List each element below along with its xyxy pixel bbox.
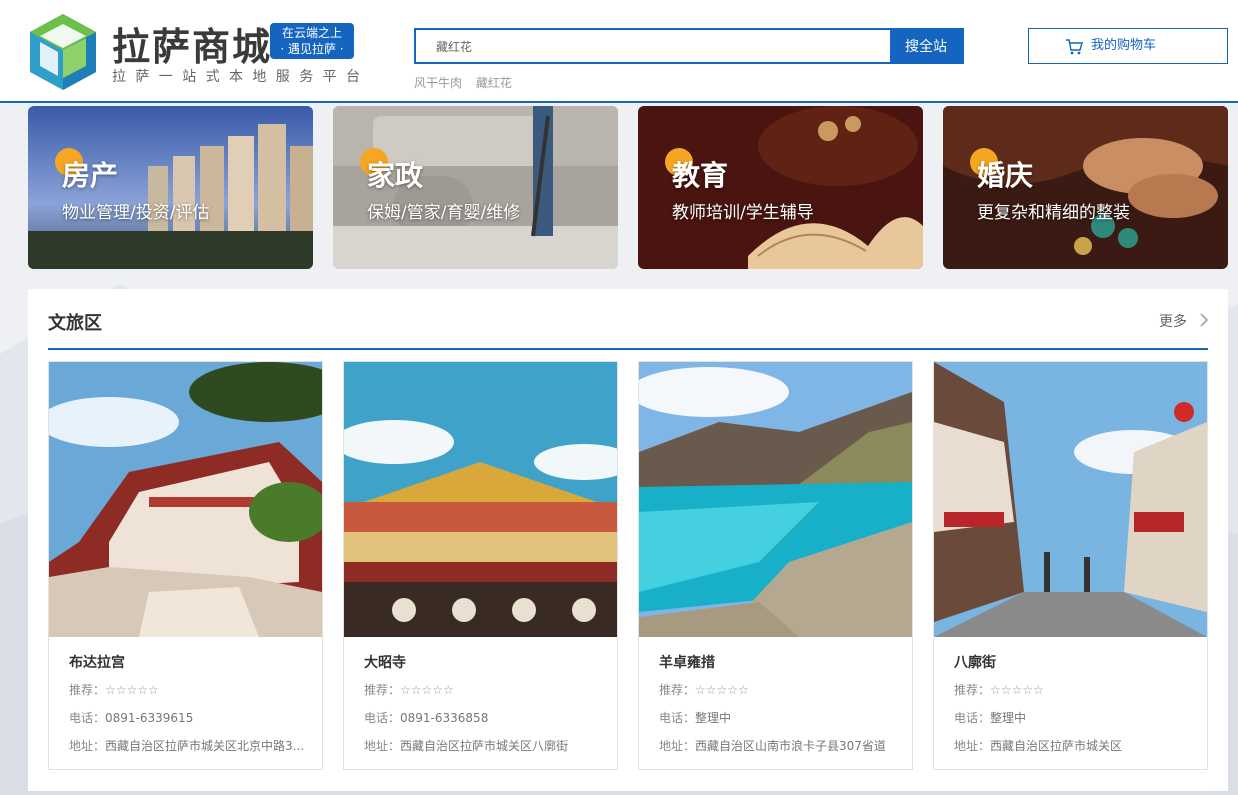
address-row: 地址：西藏自治区拉萨市城关区八廓街 <box>364 737 604 754</box>
banner-housekeeping[interactable]: 家政 保姆/管家/育婴/维修 <box>333 106 618 269</box>
address-value: 西藏自治区拉萨市城关区 <box>990 739 1123 753</box>
logo-badge-line1: 在云端之上 <box>281 26 342 40</box>
attraction-name[interactable]: 大昭寺 <box>364 652 406 672</box>
phone-label: 电话： <box>69 711 106 725</box>
attraction-name[interactable]: 布达拉宫 <box>69 652 125 672</box>
search-input[interactable] <box>416 30 892 62</box>
hot-word-link[interactable]: 藏红花 <box>476 76 512 90</box>
attraction-card[interactable]: 大昭寺 推荐：☆☆☆☆☆ 电话：0891-6336858 地址：西藏自治区拉萨市… <box>343 361 618 770</box>
shopping-cart-icon <box>1066 39 1083 55</box>
phone-value: 整理中 <box>695 711 732 725</box>
logo-slogan: 拉萨一站式本地服务平台 <box>112 69 370 85</box>
attraction-photo <box>344 362 617 637</box>
phone-row: 电话：整理中 <box>954 709 1194 726</box>
banner-title: 婚庆 <box>977 159 1034 192</box>
search-box: 搜全站 <box>414 28 964 64</box>
address-label: 地址： <box>69 739 106 753</box>
search-button[interactable]: 搜全站 <box>890 28 962 64</box>
recommend-row: 推荐：☆☆☆☆☆ <box>364 681 604 698</box>
logo-badge-line2: · 遇见拉萨 · <box>280 42 344 56</box>
recommend-label: 推荐： <box>659 683 696 697</box>
phone-label: 电话： <box>659 711 696 725</box>
address-label: 地址： <box>364 739 401 753</box>
recommend-label: 推荐： <box>954 683 991 697</box>
attraction-card[interactable]: 八廓街 推荐：☆☆☆☆☆ 电话：整理中 地址：西藏自治区拉萨市城关区 <box>933 361 1208 770</box>
address-value: 西藏自治区拉萨市城关区八廓街 <box>400 739 569 753</box>
banner-title: 房产 <box>62 159 119 192</box>
banner-title: 教育 <box>672 159 729 192</box>
rating-stars: ☆☆☆☆☆ <box>990 683 1044 697</box>
recommend-row: 推荐：☆☆☆☆☆ <box>659 681 899 698</box>
logo-title[interactable]: 拉萨商城 <box>112 16 272 71</box>
rating-stars: ☆☆☆☆☆ <box>695 683 749 697</box>
phone-row: 电话：整理中 <box>659 709 899 726</box>
attraction-name[interactable]: 羊卓雍措 <box>659 652 715 672</box>
banner-real-estate[interactable]: 房产 物业管理/投资/评估 <box>28 106 313 269</box>
rating-stars: ☆☆☆☆☆ <box>400 683 454 697</box>
phone-value: 0891-6339615 <box>105 711 194 725</box>
hot-word-link[interactable]: 风干牛肉 <box>414 76 462 90</box>
hot-search-words: 风干牛肉 藏红花 <box>414 74 522 91</box>
more-link[interactable]: 更多 <box>1159 311 1187 331</box>
recommend-label: 推荐： <box>364 683 401 697</box>
banner-subtitle: 更复杂和精细的整装 <box>977 203 1130 223</box>
phone-row: 电话：0891-6336858 <box>364 709 604 726</box>
recommend-label: 推荐： <box>69 683 106 697</box>
logo-cube-icon[interactable] <box>28 12 98 92</box>
attraction-card[interactable]: 布达拉宫 推荐：☆☆☆☆☆ 电话：0891-6339615 地址：西藏自治区拉萨… <box>48 361 323 770</box>
recommend-row: 推荐：☆☆☆☆☆ <box>69 681 309 698</box>
address-row: 地址：西藏自治区拉萨市城关区北京中路3... <box>69 737 309 754</box>
address-row: 地址：西藏自治区拉萨市城关区 <box>954 737 1194 754</box>
cart-button[interactable]: 我的购物车 <box>1028 28 1228 64</box>
phone-label: 电话： <box>954 711 991 725</box>
banner-education[interactable]: 教育 教师培训/学生辅导 <box>638 106 923 269</box>
banner-subtitle: 物业管理/投资/评估 <box>62 203 210 223</box>
cart-label: 我的购物车 <box>1091 38 1157 53</box>
rating-stars: ☆☆☆☆☆ <box>105 683 159 697</box>
site-header: 拉萨商城 在云端之上 · 遇见拉萨 · 拉萨一站式本地服务平台 搜全站 风干牛肉… <box>0 0 1238 103</box>
address-row: 地址：西藏自治区山南市浪卡子县307省道 <box>659 737 899 754</box>
logo-badge: 在云端之上 · 遇见拉萨 · <box>270 23 354 59</box>
recommend-row: 推荐：☆☆☆☆☆ <box>954 681 1194 698</box>
address-value: 西藏自治区山南市浪卡子县307省道 <box>695 739 886 753</box>
phone-value: 0891-6336858 <box>400 711 489 725</box>
chevron-right-icon[interactable] <box>1198 312 1210 328</box>
phone-row: 电话：0891-6339615 <box>69 709 309 726</box>
section-title: 文旅区 <box>48 313 102 334</box>
attraction-card[interactable]: 羊卓雍措 推荐：☆☆☆☆☆ 电话：整理中 地址：西藏自治区山南市浪卡子县307省… <box>638 361 913 770</box>
tourism-section: 文旅区 更多 布达拉宫 推荐：☆☆☆☆☆ 电话：0891-6339615 地址：… <box>28 289 1228 791</box>
banner-wedding[interactable]: 婚庆 更复杂和精细的整装 <box>943 106 1228 269</box>
attraction-name[interactable]: 八廓街 <box>954 652 996 672</box>
attraction-photo <box>934 362 1207 637</box>
banner-title: 家政 <box>367 159 424 192</box>
phone-label: 电话： <box>364 711 401 725</box>
address-label: 地址： <box>659 739 696 753</box>
section-divider <box>48 348 1208 350</box>
banner-subtitle: 保姆/管家/育婴/维修 <box>367 203 521 223</box>
attraction-photo <box>639 362 912 637</box>
address-label: 地址： <box>954 739 991 753</box>
address-value: 西藏自治区拉萨市城关区北京中路3... <box>105 739 305 753</box>
banner-subtitle: 教师培训/学生辅导 <box>672 203 814 223</box>
attraction-photo <box>49 362 322 637</box>
phone-value: 整理中 <box>990 711 1027 725</box>
